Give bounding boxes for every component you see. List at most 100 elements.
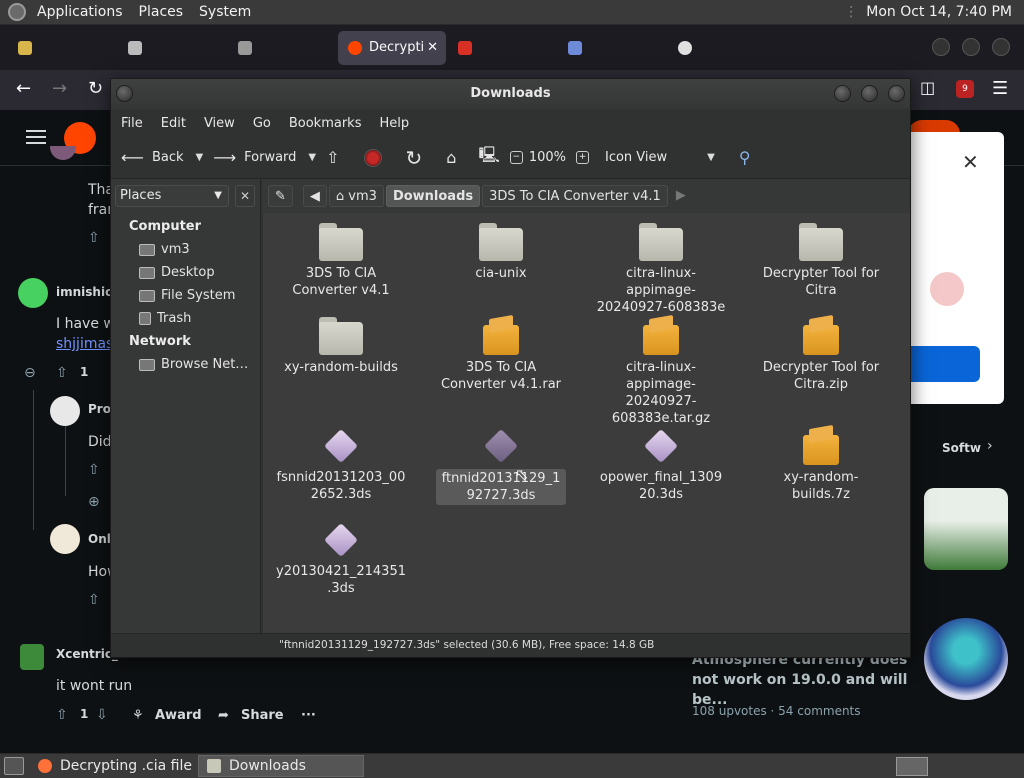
upvote-icon[interactable]: ⇧: [56, 365, 68, 381]
award-icon[interactable]: ⚘: [132, 708, 144, 723]
collapse-icon[interactable]: ⊖: [24, 365, 36, 381]
close-icon[interactable]: ✕: [962, 150, 979, 174]
panel-clock[interactable]: Mon Oct 14, 7:40 PM: [862, 4, 1024, 20]
sidebar-item-vm3[interactable]: vm3: [139, 242, 190, 257]
home-button[interactable]: ⌂: [446, 148, 456, 167]
upvote-icon[interactable]: ⇧: [56, 707, 68, 723]
file-item[interactable]: opower_final_130920.3ds: [596, 427, 726, 503]
tab-close-icon[interactable]: ✕: [427, 40, 438, 55]
file-item[interactable]: y20130421_214351.3ds: [276, 521, 406, 597]
related-post-title[interactable]: Atmosphere currently does not work on 19…: [692, 650, 912, 710]
avatar[interactable]: [50, 524, 80, 554]
breadcrumb-right-arrow[interactable]: ▶: [670, 185, 692, 207]
sidebar-item-file-system[interactable]: File System: [139, 288, 235, 303]
popup-action-button[interactable]: [910, 346, 980, 382]
stop-button[interactable]: [363, 148, 382, 167]
avatar[interactable]: [50, 396, 80, 426]
file-item[interactable]: xy-random-builds: [276, 317, 406, 376]
sidebar-item-trash[interactable]: Trash: [139, 311, 191, 326]
share-button[interactable]: Share: [241, 708, 284, 723]
expand-icon[interactable]: ⊕: [88, 494, 100, 510]
maximize-button[interactable]: [962, 38, 980, 56]
menu-applications[interactable]: Applications: [29, 0, 131, 25]
file-item[interactable]: cia-unix: [436, 223, 566, 282]
menu-system[interactable]: System: [191, 0, 259, 25]
file-item[interactable]: Decrypter Tool for Citra.zip: [756, 317, 886, 393]
file-item[interactable]: fsnnid20131203_002652.3ds: [276, 427, 406, 503]
search-button[interactable]: ⚲: [739, 148, 751, 167]
post-thumbnail[interactable]: [924, 618, 1008, 700]
breadcrumb-3ds-converter[interactable]: 3DS To CIA Converter v4.1: [482, 185, 668, 207]
browser-tab[interactable]: [448, 31, 556, 65]
comment-username[interactable]: Onl: [88, 532, 111, 546]
sidebar-item-desktop[interactable]: Desktop: [139, 265, 215, 280]
forward-button[interactable]: ⟶ Forward ▼: [213, 148, 316, 167]
share-icon[interactable]: ➦: [218, 708, 229, 723]
forward-arrow-icon[interactable]: →: [52, 78, 67, 99]
upvote-icon[interactable]: ⇧: [88, 230, 100, 246]
hamburger-icon[interactable]: [26, 130, 46, 132]
file-item[interactable]: citra-linux-appimage-20240927-608383e.ta…: [596, 317, 726, 427]
breadcrumb-left-arrow[interactable]: ◀: [302, 185, 327, 207]
computer-button[interactable]: 🖳: [478, 144, 499, 171]
downvote-icon[interactable]: ⇩: [96, 707, 108, 723]
menu-places[interactable]: Places: [131, 0, 192, 25]
back-arrow-icon[interactable]: ←: [16, 78, 31, 99]
file-item[interactable]: citra-linux-appimage-20240927-608383e: [596, 223, 726, 316]
menu-edit[interactable]: Edit: [155, 116, 192, 131]
close-sidebar-button[interactable]: ✕: [235, 185, 255, 207]
taskbar-item-downloads[interactable]: Downloads: [198, 755, 364, 777]
browser-tab[interactable]: [228, 31, 336, 65]
minimize-button[interactable]: [834, 85, 851, 102]
menu-icon[interactable]: ☰: [992, 78, 1008, 99]
back-button[interactable]: ⟵ Back ▼: [121, 148, 203, 167]
avatar[interactable]: [20, 644, 44, 670]
comment-username[interactable]: Xcentric_: [56, 647, 118, 661]
taskbar-item-firefox[interactable]: Decrypting .cia file : ...: [30, 755, 194, 777]
browser-tab[interactable]: [668, 31, 776, 65]
view-mode-select[interactable]: Icon View ▼: [605, 150, 715, 165]
more-options-button[interactable]: ···: [301, 708, 316, 723]
browser-tab[interactable]: [118, 31, 226, 65]
chevron-down-icon[interactable]: ▼: [196, 152, 204, 163]
file-item-selected[interactable]: ftnnid20131129_192727.3ds: [436, 427, 566, 505]
menu-file[interactable]: File: [115, 116, 149, 131]
menu-help[interactable]: Help: [373, 116, 415, 131]
breadcrumb-vm3[interactable]: ⌂ vm3: [328, 185, 384, 207]
upvote-icon[interactable]: ⇧: [88, 592, 100, 608]
file-item[interactable]: Decrypter Tool for Citra: [756, 223, 886, 299]
award-button[interactable]: Award: [155, 708, 202, 723]
chevron-right-icon[interactable]: ›: [987, 438, 993, 454]
zoom-in-button[interactable]: +: [575, 151, 595, 164]
close-button[interactable]: [888, 85, 905, 102]
comment-username[interactable]: imnishio: [56, 285, 113, 299]
browser-tab-active[interactable]: Decrypti ✕: [338, 30, 446, 65]
file-item[interactable]: 3DS To CIA Converter v4.1.rar: [436, 317, 566, 393]
system-logo-icon[interactable]: [8, 3, 26, 21]
chevron-down-icon[interactable]: ▼: [308, 152, 316, 163]
comment-username[interactable]: Pro: [88, 402, 111, 416]
browser-tab[interactable]: [8, 31, 116, 65]
avatar[interactable]: [18, 278, 48, 308]
upvote-icon[interactable]: ⇧: [88, 462, 100, 478]
window-titlebar[interactable]: Downloads: [111, 79, 910, 109]
breadcrumb-downloads[interactable]: Downloads: [385, 185, 481, 207]
ublock-badge[interactable]: 9: [956, 80, 974, 98]
file-item[interactable]: 3DS To CIA Converter v4.1: [276, 223, 406, 299]
menu-bookmarks[interactable]: Bookmarks: [283, 116, 368, 131]
edit-location-button[interactable]: ✎: [268, 185, 293, 207]
browser-tab[interactable]: [558, 31, 666, 65]
sidebar-type-select[interactable]: Places ▼: [115, 185, 229, 207]
up-button[interactable]: ⇧: [326, 148, 339, 167]
reload-icon[interactable]: ↻: [88, 78, 103, 99]
show-desktop-icon[interactable]: [4, 757, 24, 775]
menu-go[interactable]: Go: [247, 116, 277, 131]
maximize-button[interactable]: [861, 85, 878, 102]
menu-view[interactable]: View: [198, 116, 241, 131]
zoom-out-button[interactable]: −100%: [509, 150, 566, 165]
workspace-switcher[interactable]: [896, 757, 928, 776]
post-thumbnail[interactable]: [924, 488, 1008, 570]
minimize-button[interactable]: [932, 38, 950, 56]
file-item[interactable]: xy-random-builds.7z: [756, 427, 886, 503]
close-button[interactable]: [992, 38, 1010, 56]
